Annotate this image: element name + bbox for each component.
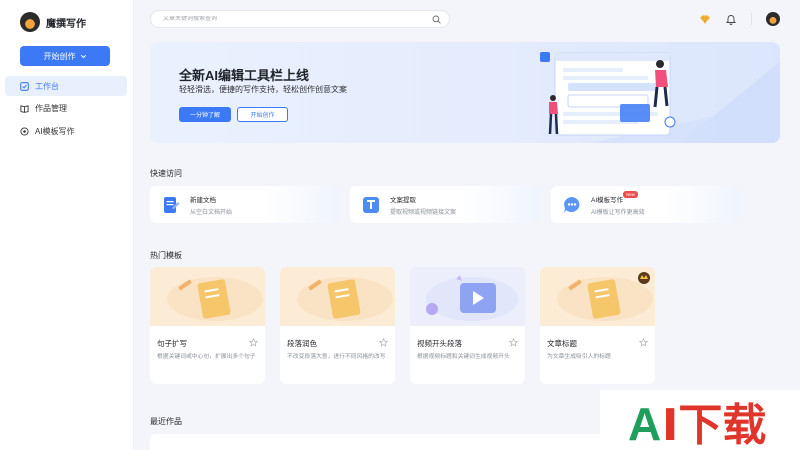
template-desc: 根据关键词或中心句，扩展出多个句子: [157, 354, 256, 360]
template-card-sentence-expand[interactable]: 句子扩写 根据关键词或中心句，扩展出多个句子: [150, 267, 265, 384]
vip-diamond-icon[interactable]: [699, 13, 711, 25]
text-extract-icon: [363, 196, 379, 213]
sidebar-item-works[interactable]: 作品管理: [5, 99, 127, 119]
bell-icon[interactable]: [725, 13, 737, 25]
quick-access-title-text: 文案提取: [390, 196, 416, 204]
template-thumbnail: [280, 267, 395, 326]
banner-illustration: [540, 52, 780, 143]
header-actions: [699, 12, 780, 26]
watermark-logo: A I下载: [628, 398, 766, 450]
banner-subtitle: 轻轻滑选，便捷的写作支持，轻松创作创意文案: [179, 85, 347, 94]
logo-icon: [20, 12, 40, 32]
template-card-paragraph-polish[interactable]: 段落润色 不改变段落大意，进行不同风格的改写: [280, 267, 395, 384]
sidebar-item-workbench[interactable]: 工作台: [5, 76, 127, 96]
template-desc: 不改变段落大意，进行不同风格的改写: [287, 354, 386, 360]
quick-access-desc: 提取视频或视频链接文案: [390, 209, 457, 216]
quick-access-text: 新建文档 从空白文档开始: [190, 194, 232, 216]
site-watermark: A I下载: [600, 390, 800, 450]
star-icon[interactable]: [639, 338, 648, 347]
search-icon[interactable]: [432, 15, 441, 24]
template-desc: 根据视频标题和关键词生成视频开头: [417, 354, 510, 360]
header-divider: [751, 13, 752, 25]
star-icon[interactable]: [379, 338, 388, 347]
user-avatar[interactable]: [766, 12, 780, 26]
workbench-icon: [20, 81, 29, 91]
search-input[interactable]: [163, 16, 432, 22]
star-icon[interactable]: [509, 338, 518, 347]
template-thumbnail: [150, 267, 265, 326]
banner-title: 全新AI编辑工具栏上线: [179, 68, 310, 83]
template-name: 文章标题: [547, 339, 577, 348]
template-desc: 为文章生成吸引人的标题: [547, 354, 611, 360]
template-thumbnail: [540, 267, 655, 326]
start-create-button[interactable]: 开始创作: [20, 46, 110, 66]
new-badge: New: [623, 191, 639, 198]
sidebar-item-label: 工作台: [35, 81, 59, 91]
sidebar-item-label: 作品管理: [35, 104, 67, 113]
search-bar[interactable]: [150, 10, 450, 28]
ai-writing-icon: [564, 196, 580, 213]
template-name: 段落润色: [287, 339, 317, 348]
quick-access-title-text: 新建文档: [190, 196, 216, 204]
watermark-text: I下载: [662, 400, 766, 450]
learn-more-button[interactable]: 一分钟了解: [179, 107, 231, 122]
quick-text-extract[interactable]: 文案提取 提取视频或视频链接文案: [350, 186, 539, 223]
templates-title: 热门模板: [150, 251, 182, 260]
template-thumbnail: [410, 267, 525, 326]
quick-new-doc[interactable]: 新建文档 从空白文档开始: [150, 186, 339, 223]
template-card-video-opening[interactable]: 视频开头段落 根据视频标题和关键词生成视频开头: [410, 267, 525, 384]
sidebar-item-label: AI模板写作: [35, 126, 75, 136]
quick-access-desc: AI模板让写作更高效: [591, 209, 645, 216]
sidebar: 魔撰写作 开始创作 工作台 作品管理 AI模板写作: [0, 0, 134, 450]
app-logo[interactable]: 魔撰写作: [20, 12, 86, 32]
sidebar-nav: 工作台 作品管理 AI模板写作: [5, 76, 127, 144]
announcement-banner: 全新AI编辑工具栏上线 轻轻滑选，便捷的写作支持，轻松创作创意文案 一分钟了解 …: [150, 42, 780, 143]
quick-access-desc: 从空白文档开始: [190, 209, 233, 216]
app-name: 魔撰写作: [46, 18, 86, 30]
sidebar-item-ai-template[interactable]: AI模板写作: [5, 121, 127, 141]
new-doc-icon: [164, 196, 180, 213]
star-icon[interactable]: [249, 338, 258, 347]
recent-works-title: 最近作品: [150, 417, 182, 426]
works-icon: [20, 105, 29, 113]
template-card-article-title[interactable]: 文章标题 为文章生成吸引人的标题: [540, 267, 655, 384]
quick-access-text: 文案提取 提取视频或视频链接文案: [390, 194, 456, 216]
banner-start-create-button[interactable]: 开始创作: [237, 107, 288, 122]
watermark-letter-a: A: [628, 398, 661, 450]
quick-ai-writing[interactable]: AI模板写作 AI模板让写作更高效: [551, 186, 740, 223]
quick-access-title: 快速访问: [150, 169, 182, 178]
template-name: 视频开头段落: [417, 339, 462, 348]
template-name: 句子扩写: [157, 339, 187, 348]
ai-template-icon: [20, 126, 29, 136]
chevron-down-icon: [80, 54, 86, 58]
start-create-label: 开始创作: [43, 51, 76, 61]
